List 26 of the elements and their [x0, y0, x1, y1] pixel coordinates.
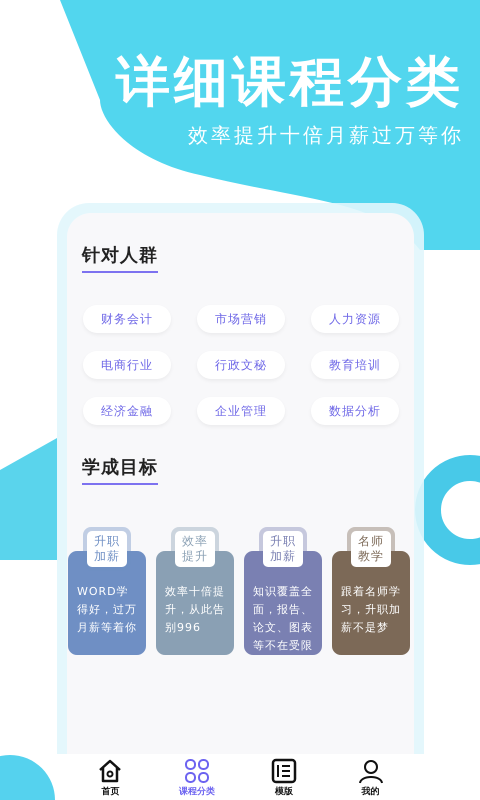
- tab-bar-item[interactable]: 我的: [327, 754, 414, 800]
- audience-tag[interactable]: 财务会计: [83, 305, 171, 333]
- tab-bar-item[interactable]: 课程分类: [154, 754, 240, 800]
- goal-description: WORD学得好，过万月薪等着你: [77, 585, 137, 634]
- grid-icon: [184, 758, 210, 784]
- background-shape: [0, 755, 55, 800]
- person-icon: [358, 758, 384, 784]
- audience-tag[interactable]: 人力资源: [311, 305, 399, 333]
- section-title: 针对人群: [82, 243, 158, 273]
- tab-bar-item[interactable]: 模版: [240, 754, 328, 800]
- list-icon: [270, 758, 297, 784]
- audience-tag[interactable]: 市场营销: [197, 305, 285, 333]
- section-title: 学成目标: [82, 455, 158, 485]
- audience-tag[interactable]: 数据分析: [311, 397, 399, 425]
- goal-description: 跟着名师学习，升职加薪不是梦: [341, 585, 401, 634]
- goal-description: 知识覆盖全面，报告、论文、图表等不在受限: [253, 585, 313, 652]
- audience-tag[interactable]: 企业管理: [197, 397, 285, 425]
- audience-tag[interactable]: 电商行业: [83, 351, 171, 379]
- audience-tag[interactable]: 行政文秘: [197, 351, 285, 379]
- audience-tag[interactable]: 教育培训: [311, 351, 399, 379]
- headline: 详细课程分类: [116, 50, 464, 114]
- home-icon: [97, 758, 124, 784]
- tab-bar-item[interactable]: 首页: [67, 754, 154, 800]
- goal-description: 效率十倍提升，从此告别996: [165, 585, 225, 634]
- subtitle: 效率提升十倍月薪过万等你: [188, 122, 464, 149]
- audience-tag[interactable]: 经济金融: [83, 397, 171, 425]
